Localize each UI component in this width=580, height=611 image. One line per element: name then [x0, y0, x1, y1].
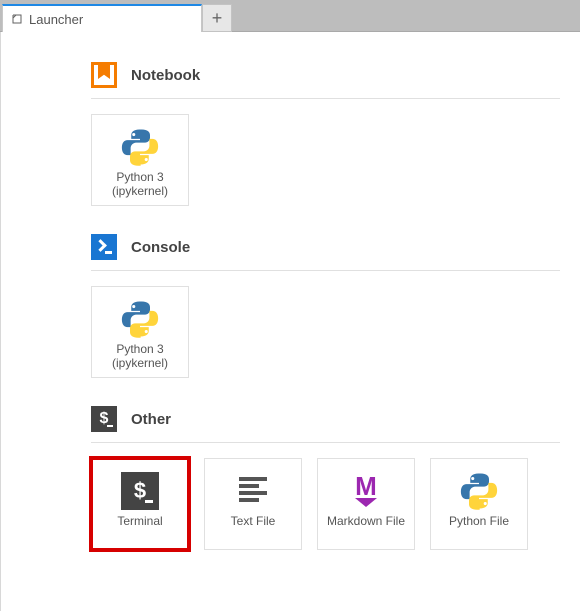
card-text-file[interactable]: Text File — [204, 458, 302, 550]
card-notebook-python3[interactable]: Python 3 (ipykernel) — [91, 114, 189, 206]
section-other: $ Other $ Terminal T — [91, 406, 580, 550]
card-sublabel: (ipykernel) — [112, 185, 168, 199]
notebook-icon — [91, 62, 117, 88]
card-label: Markdown File — [327, 515, 405, 529]
console-icon — [91, 234, 117, 260]
card-sublabel: (ipykernel) — [112, 357, 168, 371]
section-other-header: $ Other — [91, 406, 560, 443]
card-label: Terminal — [117, 515, 162, 529]
card-terminal[interactable]: $ Terminal — [91, 458, 189, 550]
python-icon — [120, 297, 160, 341]
card-label: Python 3 — [116, 171, 163, 185]
markdown-icon: M — [355, 469, 377, 513]
card-python-file[interactable]: Python File — [430, 458, 528, 550]
section-console-title: Console — [131, 239, 190, 256]
tab-launcher[interactable]: Launcher — [2, 4, 202, 32]
section-notebook-title: Notebook — [131, 67, 200, 84]
card-label: Python File — [449, 515, 509, 529]
plus-icon: + — [212, 8, 223, 29]
add-tab-button[interactable]: + — [202, 4, 232, 32]
section-console-header: Console — [91, 234, 560, 271]
section-console: Console Python 3 (ipykernel) — [91, 234, 580, 378]
tabstrip: Launcher + — [0, 0, 232, 31]
card-console-python3[interactable]: Python 3 (ipykernel) — [91, 286, 189, 378]
card-markdown-file[interactable]: M Markdown File — [317, 458, 415, 550]
section-notebook-header: Notebook — [91, 62, 560, 99]
python-icon — [459, 469, 499, 513]
terminal-icon: $ — [121, 469, 159, 513]
new-window-icon — [11, 13, 23, 25]
card-label: Text File — [231, 515, 276, 529]
python-icon — [120, 125, 160, 169]
launcher-content: Notebook Python 3 (ipykernel) — [0, 32, 580, 611]
tab-launcher-label: Launcher — [29, 12, 83, 27]
card-label: Python 3 — [116, 343, 163, 357]
section-notebook: Notebook Python 3 (ipykernel) — [91, 62, 580, 206]
section-other-title: Other — [131, 411, 171, 428]
topbar: Launcher + — [0, 0, 580, 32]
text-file-icon — [235, 469, 271, 513]
other-icon: $ — [91, 406, 117, 432]
